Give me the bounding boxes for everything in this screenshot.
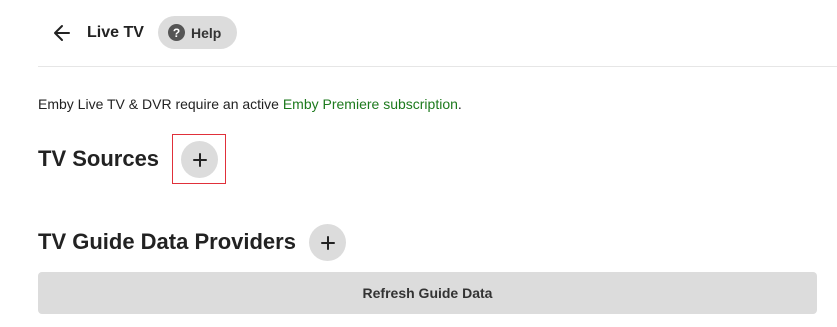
- help-label: Help: [191, 24, 222, 41]
- refresh-guide-data-label: Refresh Guide Data: [362, 285, 493, 301]
- premiere-subscription-link[interactable]: Emby Premiere subscription: [283, 96, 458, 112]
- notice-period: .: [457, 96, 462, 112]
- back-button[interactable]: [46, 17, 78, 49]
- refresh-guide-data-button[interactable]: Refresh Guide Data: [38, 272, 817, 314]
- arrow-left-icon: [54, 25, 70, 41]
- add-guide-provider-button[interactable]: [309, 224, 346, 261]
- guide-providers-title: TV Guide Data Providers: [38, 229, 296, 254]
- page-title: Live TV: [87, 24, 144, 41]
- premiere-notice: Emby Live TV & DVR require an active Emb…: [38, 95, 462, 113]
- plus-icon: [320, 235, 335, 250]
- help-button[interactable]: ? Help: [158, 16, 237, 49]
- question-circle-icon: ?: [168, 24, 185, 41]
- highlight-box: [172, 134, 226, 184]
- notice-text: Emby Live TV & DVR require an active: [38, 96, 283, 112]
- tv-sources-title: TV Sources: [38, 146, 160, 171]
- page-header: Live TV ? Help: [0, 0, 837, 66]
- header-divider: [38, 66, 837, 67]
